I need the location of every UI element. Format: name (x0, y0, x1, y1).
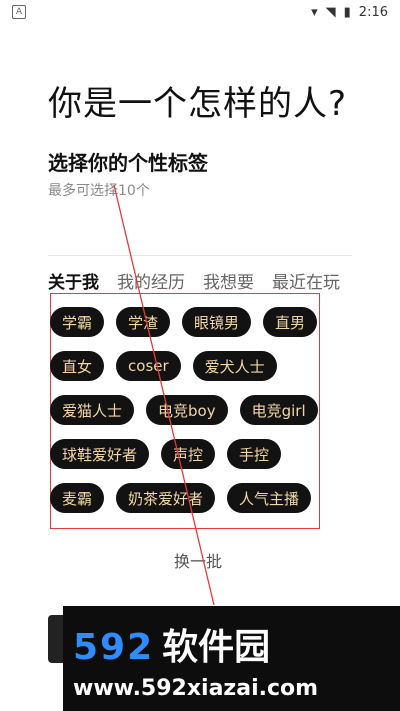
status-right: ▾ ◥ ▮ 2:16 (311, 5, 388, 20)
wifi-icon: ▾ (311, 4, 318, 20)
status-time: 2:16 (358, 4, 388, 20)
selection-hint: 最多可选择10个 (48, 183, 150, 199)
tag-row: 球鞋爱好者 声控 手控 (50, 439, 350, 469)
notification-icon: A (12, 5, 26, 19)
page-title: 你是一个怎样的人? (48, 84, 348, 124)
tag-row: 学霸 学渣 眼镜男 直男 (50, 307, 350, 337)
tag-chip[interactable]: 爱犬人士 (192, 351, 277, 381)
section-subtitle: 选择你的个性标签 (48, 151, 208, 175)
signal-icon: ◥ (325, 4, 336, 20)
tab-my-experience[interactable]: 我的经历 (117, 268, 185, 293)
site-watermark: 592 软件园 www.592xiazai.com (63, 606, 400, 711)
tag-chip[interactable]: 爱猫人士 (50, 395, 135, 425)
refresh-tags-button[interactable]: 换一批 (174, 548, 222, 572)
tag-category-tabs: 关于我 我的经历 我想要 最近在玩 (48, 268, 368, 293)
tag-grid: 学霸 学渣 眼镜男 直男 直女 coser 爱犬人士 爱猫人士 电竞boy 电竞… (50, 307, 350, 527)
tag-chip[interactable]: 麦霸 (50, 483, 105, 513)
tag-chip[interactable]: 眼镜男 (182, 307, 252, 337)
status-left: A (12, 5, 26, 19)
tag-chip[interactable]: 奶茶爱好者 (116, 483, 216, 513)
tag-row: 爱猫人士 电竞boy 电竞girl (50, 395, 350, 425)
divider (48, 255, 352, 256)
tag-chip[interactable]: 声控 (161, 439, 216, 469)
tag-chip[interactable]: 直男 (263, 307, 318, 337)
tag-chip[interactable]: 手控 (227, 439, 282, 469)
tag-chip[interactable]: 人气主播 (227, 483, 312, 513)
tag-chip[interactable]: 学渣 (116, 307, 171, 337)
tag-chip[interactable]: 学霸 (50, 307, 105, 337)
watermark-number: 592 (73, 627, 155, 668)
watermark-brand: 592 软件园 (73, 618, 390, 670)
status-bar: A ▾ ◥ ▮ 2:16 (0, 0, 400, 24)
tag-row: 直女 coser 爱犬人士 (50, 351, 350, 381)
tag-chip[interactable]: 电竞boy (146, 395, 228, 425)
battery-icon: ▮ (343, 4, 351, 20)
watermark-chinese: 软件园 (162, 627, 271, 668)
tag-chip[interactable]: 直女 (50, 351, 105, 381)
tag-chip[interactable]: 球鞋爱好者 (50, 439, 150, 469)
tab-recently-playing[interactable]: 最近在玩 (272, 268, 340, 293)
watermark-url: www.592xiazai.com (73, 676, 319, 701)
tag-chip[interactable]: coser (116, 351, 181, 381)
tab-what-i-want[interactable]: 我想要 (203, 268, 254, 293)
tab-about-me[interactable]: 关于我 (48, 268, 99, 293)
tag-row: 麦霸 奶茶爱好者 人气主播 (50, 483, 350, 513)
tag-chip[interactable]: 电竞girl (239, 395, 318, 425)
